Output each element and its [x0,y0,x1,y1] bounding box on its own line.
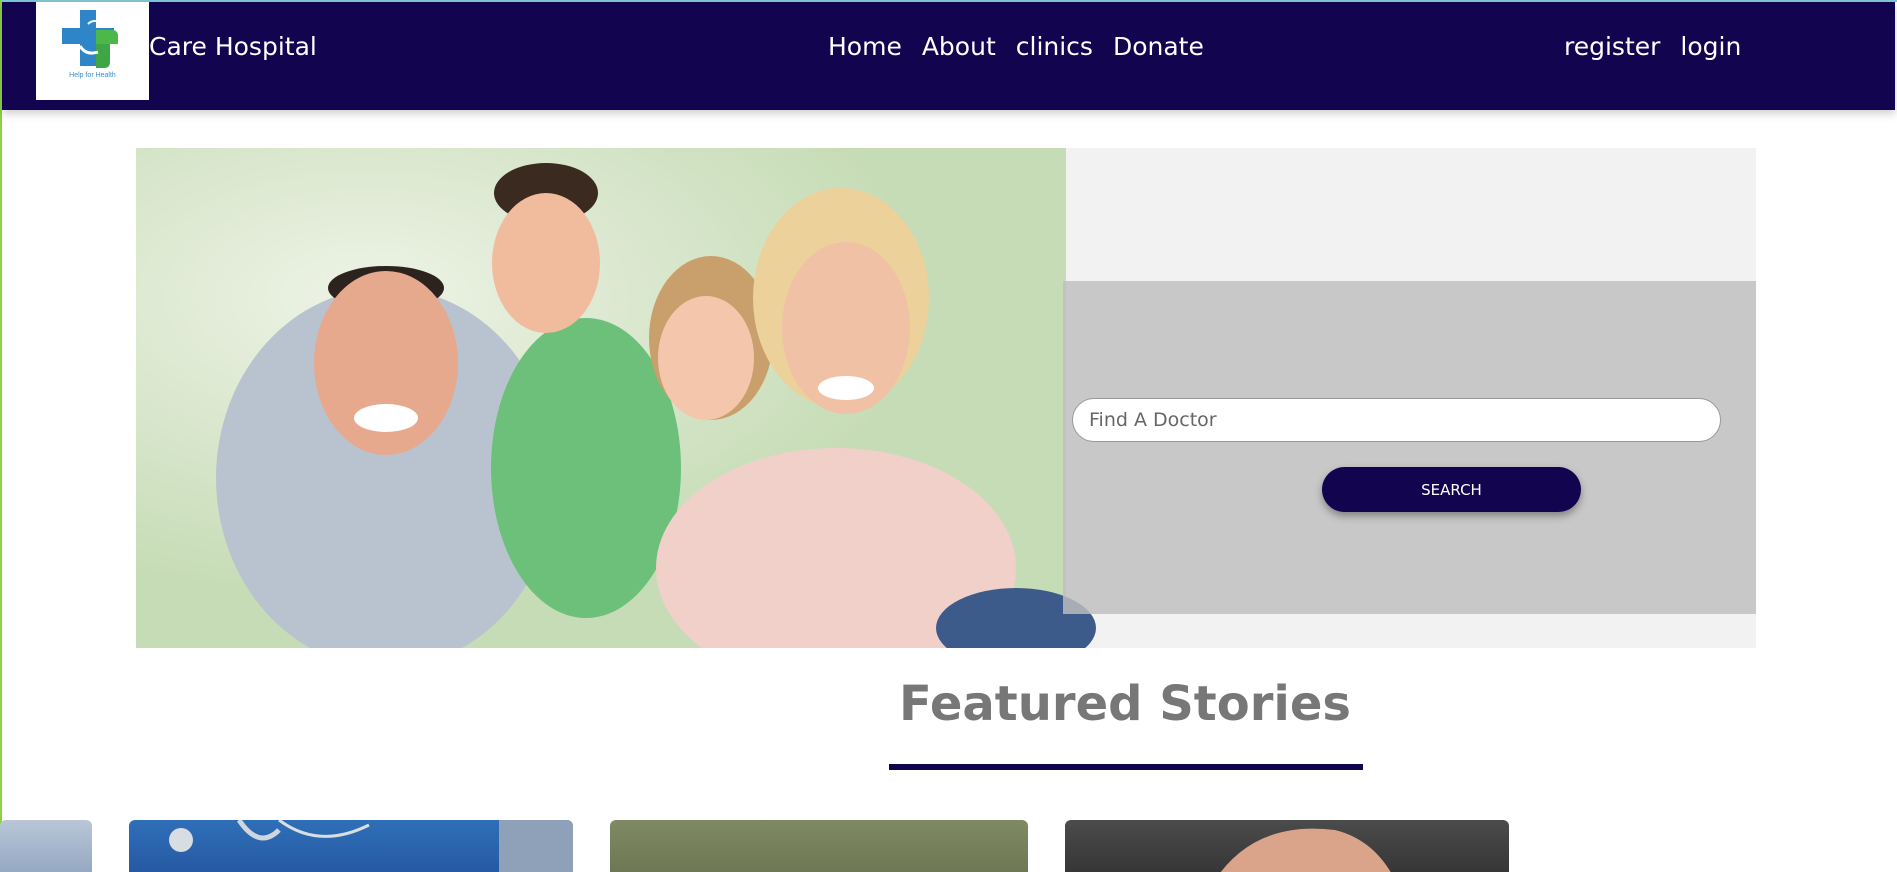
story-card[interactable] [0,820,92,872]
nav-about[interactable]: About [922,32,996,61]
hands-image [1220,828,1391,872]
story-card[interactable] [610,820,1028,872]
account-nav: register login [1564,32,1741,61]
nav-home[interactable]: Home [828,32,902,61]
featured-stories-title: Featured Stories [899,676,1351,732]
doctor-search-panel: SEARCH [1063,281,1756,614]
story-card[interactable] [1065,820,1509,872]
medical-cross-hands-icon [62,10,118,68]
window-left-border [0,0,2,872]
search-button[interactable]: SEARCH [1322,467,1581,512]
nav-clinics[interactable]: clinics [1016,32,1093,61]
logo[interactable]: Help for Health [36,2,149,100]
doctor-stethoscope-image [169,820,573,872]
nav-register[interactable]: register [1564,32,1660,61]
hero-banner: SEARCH [136,148,1756,648]
find-doctor-input[interactable] [1072,398,1721,442]
story-card[interactable] [129,820,573,872]
nav-login[interactable]: login [1680,32,1741,61]
navbar: Help for Health Care Hospital Home About… [2,2,1895,110]
title-underline [889,764,1363,770]
brand-name[interactable]: Care Hospital [149,32,317,61]
nav-donate[interactable]: Donate [1113,32,1204,61]
main-nav: Home About clinics Donate [828,32,1204,61]
logo-tagline: Help for Health [69,72,116,79]
